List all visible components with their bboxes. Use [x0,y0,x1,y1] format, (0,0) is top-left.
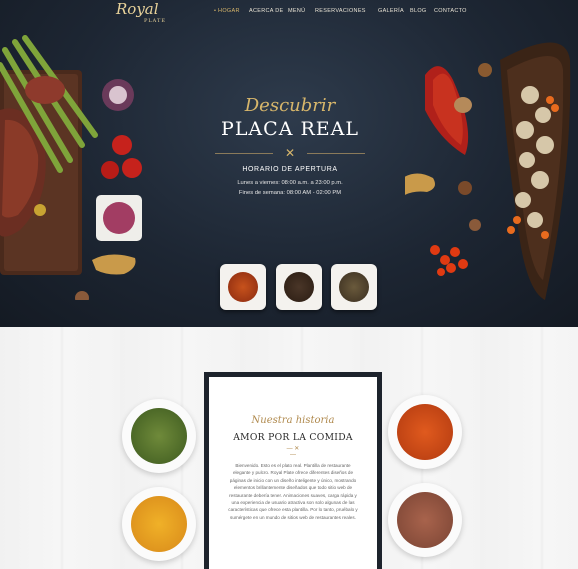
story-kicker: Nuestra historia [251,415,335,426]
spice-bowl-1 [220,264,266,310]
hero-center: Descubrir PLACA REAL ✕ HORARIO DE APERTU… [200,95,380,198]
hero-kicker: Descubrir [244,95,336,116]
brand-logo-sub: PLATE [144,18,167,24]
nav-item-blog[interactable]: BLOG [410,8,426,14]
hero-title: PLACA REAL [221,118,359,140]
hours-text: Lunes a viernes: 08:00 a.m. a 23:00 p.m.… [200,178,380,198]
hero-divider: ✕ [215,146,365,160]
spice-bowl-2 [276,264,322,310]
story-card: Nuestra historia AMOR POR LA COMIDA — ✕ … [204,372,382,569]
main-nav: • HOGAR ACERCA DE MENÚ RESERVACIONES GAL… [0,8,578,18]
paprika-bowl [388,395,462,469]
story-divider-icon: — ✕ — [286,446,300,458]
turmeric-bowl [122,487,196,561]
hours-weekdays: Lunes a viernes: 08:00 a.m. a 23:00 p.m. [237,180,343,186]
nav-item-acerca[interactable]: ACERCA DE [249,8,284,14]
spice-bowl-3 [331,264,377,310]
hero-food-left-image [0,35,142,300]
nav-item-galeria[interactable]: GALERÍA [378,8,404,14]
cutlery-icon: ✕ [284,146,296,160]
hours-title: HORARIO DE APERTURA [242,166,338,173]
nav-item-contacto[interactable]: CONTACTO [434,8,467,14]
story-title: AMOR POR LA COMIDA [233,432,353,443]
cinnamon-bowl [388,483,462,557]
hero-food-right-image [405,42,571,300]
story-body: Bienvenido. Esto es el plato real. Plant… [228,463,358,520]
nav-item-hogar[interactable]: • HOGAR [214,8,240,14]
nav-item-reservaciones[interactable]: RESERVACIONES [315,8,366,14]
hours-weekend: Fines de semana: 08:00 AM - 02:00 PM [238,190,342,196]
nav-item-menu[interactable]: MENÚ [288,8,305,14]
green-herb-bowl [122,399,196,473]
hero-section: Royal PLATE • HOGAR ACERCA DE MENÚ RESER… [0,0,578,327]
